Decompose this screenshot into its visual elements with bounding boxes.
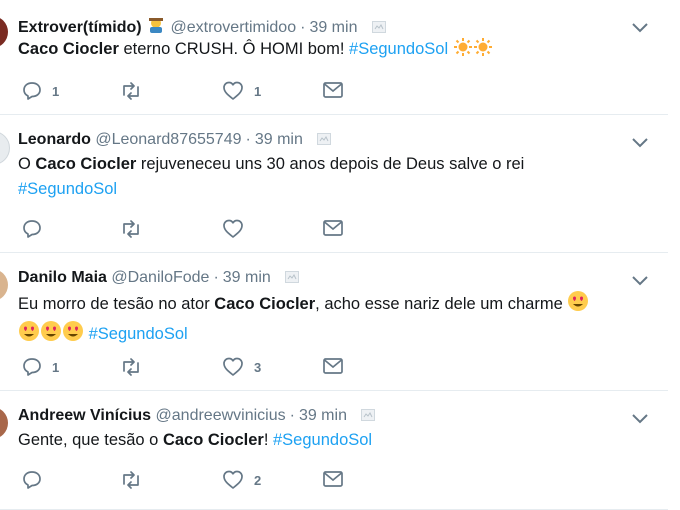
like-button[interactable] [222, 219, 254, 239]
tweet-header: Leonardo @Leonard87655749 · 39 min [18, 130, 332, 150]
tweet-header: Danilo Maia @DaniloFode · 39 min [18, 268, 300, 288]
reply-icon [22, 81, 42, 101]
reply-button[interactable] [22, 219, 52, 239]
retweet-icon [120, 81, 142, 101]
tweet[interactable]: Danilo Maia @DaniloFode · 39 min Eu morro … [0, 253, 668, 391]
avatar[interactable] [0, 16, 8, 48]
chevron-down-icon[interactable] [632, 135, 648, 153]
display-name[interactable]: Extrover(tímido) [18, 19, 142, 36]
heart-eyes-emoji-icon [567, 290, 589, 320]
heart-icon [222, 357, 244, 377]
direct-message-button[interactable] [322, 470, 344, 488]
tweet-text: O Caco Ciocler rejuveneceu uns 30 anos d… [18, 152, 648, 202]
user-handle[interactable]: @DaniloFode [111, 269, 209, 286]
mention-text: Caco Ciocler [214, 295, 316, 313]
chevron-down-icon[interactable] [632, 411, 648, 429]
tweet-text-part: O [18, 155, 36, 173]
heart-eyes-emoji-icon [40, 320, 62, 350]
timestamp[interactable]: 39 min [299, 407, 347, 424]
sun-emoji-icon [473, 37, 493, 65]
badge-icon [285, 269, 300, 283]
chevron-down-icon[interactable] [632, 273, 648, 291]
display-name[interactable]: Danilo Maia [18, 269, 107, 286]
retweet-icon [120, 219, 142, 239]
hashtag-link[interactable]: #SegundoSol [89, 325, 188, 343]
user-handle[interactable]: @Leonard87655749 [95, 131, 241, 148]
reply-icon [22, 470, 42, 490]
retweet-button[interactable] [120, 219, 152, 239]
badge-icon [361, 407, 376, 421]
heart-eyes-emoji-icon [18, 320, 40, 350]
envelope-icon [322, 219, 344, 237]
separator-dot: · [245, 131, 251, 148]
direct-message-button[interactable] [322, 219, 344, 237]
mention-text: Caco Ciocler [35, 155, 137, 173]
retweet-button[interactable] [120, 470, 152, 490]
hashtag-link[interactable]: #SegundoSol [349, 40, 448, 58]
heart-icon [222, 81, 244, 101]
hashtag-link[interactable]: #SegundoSol [273, 431, 372, 449]
like-count: 3 [254, 359, 262, 375]
timestamp[interactable]: 39 min [223, 269, 271, 286]
envelope-icon [322, 357, 344, 375]
tweet[interactable]: Extrover(tímido) @extrovertimidoo · 39 min… [0, 0, 668, 115]
direct-message-button[interactable] [322, 357, 344, 375]
user-handle[interactable]: @andreewvinicius [156, 407, 286, 424]
tweet[interactable]: Leonardo @Leonard87655749 · 39 min O Caco … [0, 115, 668, 253]
tweet-text: Eu morro de tesão no ator Caco Ciocler, … [18, 290, 648, 350]
direct-message-button[interactable] [322, 81, 344, 99]
reply-button[interactable] [22, 470, 52, 490]
sun-emoji-icon [453, 37, 473, 65]
tweet-text: Gente, que tesão o Caco Ciocler! #Segund… [18, 428, 648, 453]
envelope-icon [322, 81, 344, 99]
avatar[interactable] [0, 131, 10, 165]
heart-icon [222, 470, 244, 490]
avatar[interactable] [0, 407, 8, 439]
like-count: 1 [254, 83, 262, 99]
separator-dot: · [213, 269, 219, 286]
tweet-text-part: rejuveneceu uns 30 anos depois de Deus s… [136, 155, 525, 173]
heart-eyes-emoji-icon [62, 320, 84, 350]
retweet-icon [120, 357, 142, 377]
retweet-button[interactable] [120, 357, 152, 377]
badge-icon [317, 131, 332, 145]
badge-icon [371, 19, 386, 33]
retweet-icon [120, 470, 142, 490]
tweet-text: Caco Ciocler eterno CRUSH. Ô HOMI bom! #… [18, 37, 648, 65]
tweet-text-part: ! [263, 431, 273, 449]
separator-dot: · [289, 407, 295, 424]
timestamp[interactable]: 39 min [255, 131, 303, 148]
reply-button[interactable]: 1 [22, 81, 59, 101]
reply-icon [22, 357, 42, 377]
hashtag-link[interactable]: #SegundoSol [18, 180, 117, 198]
envelope-icon [322, 470, 344, 488]
tweet-text-part: , acho esse nariz dele um charme [315, 295, 568, 313]
mention-text: Caco Ciocler [18, 40, 119, 58]
display-name[interactable]: Andreew Vinícius [18, 407, 151, 424]
chevron-down-icon[interactable] [632, 20, 648, 38]
reply-count: 1 [52, 83, 60, 99]
mention-text: Caco Ciocler [162, 431, 264, 449]
tweet-text-part: Gente, que tesão o [18, 431, 163, 449]
tweet-text-part: Eu morro de tesão no ator [18, 295, 215, 313]
display-name[interactable]: Leonardo [18, 131, 91, 148]
like-button[interactable]: 1 [222, 81, 261, 101]
separator-dot: · [300, 19, 306, 36]
timestamp[interactable]: 39 min [309, 19, 357, 36]
tweet-text-part: eterno CRUSH. Ô HOMI bom! [118, 40, 350, 58]
reply-button[interactable]: 1 [22, 357, 59, 377]
retweet-button[interactable] [120, 81, 152, 101]
reply-icon [22, 219, 42, 239]
avatar[interactable] [0, 269, 8, 301]
like-button[interactable]: 2 [222, 470, 261, 490]
like-count: 2 [254, 472, 262, 488]
tweet[interactable]: Andreew Vinícius @andreewvinicius · 39 min… [0, 391, 668, 510]
reply-count: 1 [52, 359, 60, 375]
timeline-feed: Extrover(tímido) @extrovertimidoo · 39 min… [0, 0, 680, 510]
heart-icon [222, 219, 244, 239]
tweet-header: Andreew Vinícius @andreewvinicius · 39 min [18, 406, 376, 426]
user-handle[interactable]: @extrovertimidoo [170, 19, 296, 36]
like-button[interactable]: 3 [222, 357, 261, 377]
